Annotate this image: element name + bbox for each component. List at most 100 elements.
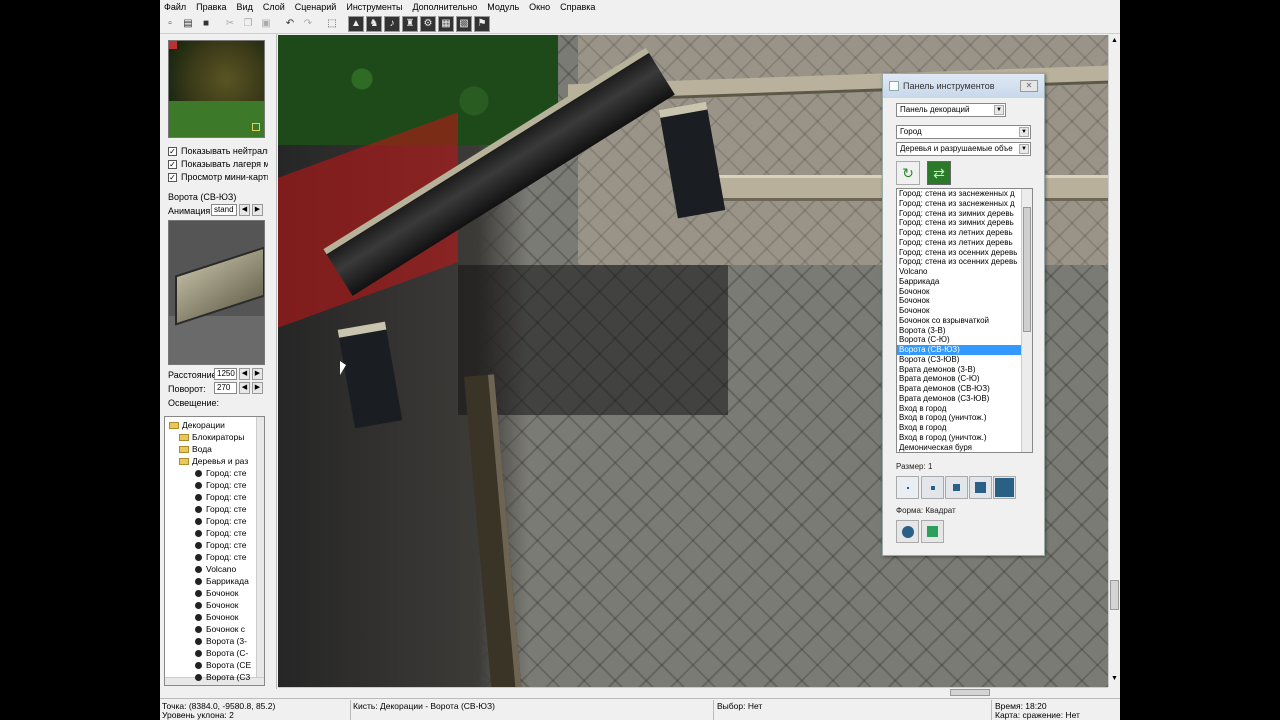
decoration-list[interactable]: Город: стена из заснеженных д Город: стен… [896, 188, 1033, 453]
campaign-editor-icon[interactable]: ▧ [456, 15, 472, 32]
tree-item[interactable]: Бочонок [195, 599, 238, 611]
tree-item[interactable]: Город: сте [195, 527, 247, 539]
object-editor-icon[interactable]: ♜ [402, 15, 418, 32]
viewport-horizontal-scrollbar[interactable] [278, 687, 1108, 697]
list-item[interactable]: Город: стена из зимних деревь [897, 218, 1022, 228]
cut-icon[interactable]: ✂ [222, 16, 238, 32]
save-icon[interactable]: ■ [198, 16, 214, 32]
menu-item[interactable]: Слой [263, 2, 285, 12]
list-item[interactable]: Демоническая буря [897, 443, 1022, 453]
rotation-next-arrow[interactable]: ▶ [252, 382, 263, 394]
menu-item[interactable]: Файл [164, 2, 186, 12]
tree-vertical-scrollbar[interactable] [256, 417, 264, 685]
list-item[interactable]: Бочонок [897, 287, 1022, 297]
list-item[interactable]: Вход в город [897, 423, 1022, 433]
minimap-preview-checkbox[interactable]: ✓ Просмотр мини-карты [168, 172, 268, 182]
random-rotation-icon[interactable]: ↻ [896, 161, 920, 185]
list-item[interactable]: Город: стена из заснеженных д [897, 189, 1022, 199]
list-item[interactable]: Город: стена из осенних деревь [897, 257, 1022, 267]
list-item[interactable]: Врата демонов (С-Ю) [897, 374, 1022, 384]
menu-item[interactable]: Дополнительно [412, 2, 477, 12]
size-4-button[interactable] [969, 476, 992, 499]
size-2-button[interactable] [921, 476, 944, 499]
list-item[interactable]: Баррикада [897, 277, 1022, 287]
sound-editor-icon[interactable]: ♪ [384, 15, 400, 32]
tileset-dropdown[interactable]: Город ▼ [896, 125, 1031, 139]
select-icon[interactable]: ⬚ [324, 16, 340, 32]
size-5-button[interactable] [993, 476, 1016, 499]
list-item[interactable]: Город: стена из летних деревь [897, 228, 1022, 238]
list-item[interactable]: Бочонок [897, 296, 1022, 306]
tree-item[interactable]: Бочонок [195, 611, 238, 623]
tree-item[interactable]: Баррикада [195, 575, 249, 587]
list-item[interactable]: Город: стена из заснеженных д [897, 199, 1022, 209]
tree-root[interactable]: Декорации [169, 419, 225, 431]
menu-item[interactable]: Правка [196, 2, 226, 12]
list-item[interactable]: Volcano [897, 267, 1022, 277]
distance-field[interactable]: 1250 [214, 368, 237, 380]
tree-item[interactable]: Город: сте [195, 479, 247, 491]
close-icon[interactable]: ✕ [1020, 80, 1038, 92]
unit-editor-icon[interactable]: ♞ [366, 15, 382, 32]
list-item[interactable]: Бочонок со взрывчаткой [897, 316, 1022, 326]
tree-item[interactable]: Ворота (С- [195, 647, 248, 659]
list-item[interactable]: Ворота (С-Ю) [897, 335, 1022, 345]
list-item[interactable]: Город: стена из зимних деревь [897, 209, 1022, 219]
tree-item[interactable]: Ворота (С3 [195, 671, 250, 683]
tree-item[interactable]: Ворота (СЕ [195, 659, 251, 671]
trigger-editor-icon[interactable]: ⚙ [420, 15, 436, 32]
tree-item[interactable]: Бочонок [195, 587, 238, 599]
tree-item[interactable]: Город: сте [195, 491, 247, 503]
list-item[interactable]: Вход в город (уничтож.) [897, 433, 1022, 443]
list-item[interactable]: Ворота (3-В) [897, 326, 1022, 336]
distance-next-arrow[interactable]: ▶ [252, 368, 263, 380]
list-item[interactable]: Город: стена из осенних деревь [897, 248, 1022, 258]
list-item[interactable]: Врата демонов (3-В) [897, 365, 1022, 375]
show-neutral-checkbox[interactable]: ✓ Показывать нейтраль [168, 146, 268, 156]
tree-item[interactable]: Город: сте [195, 467, 247, 479]
tree-item[interactable]: Ворота (3- [195, 635, 247, 647]
size-3-button[interactable] [945, 476, 968, 499]
tool-panel-titlebar[interactable]: Панель инструментов ✕ [883, 74, 1044, 98]
test-map-icon[interactable]: ⚑ [474, 15, 490, 32]
rotation-field[interactable]: 270 [214, 382, 237, 394]
show-camps-checkbox[interactable]: ✓ Показывать лагеря м [168, 159, 268, 169]
menu-item[interactable]: Вид [237, 2, 253, 12]
terrain-editor-icon[interactable]: ▲ [348, 15, 364, 32]
ai-editor-icon[interactable]: ▦ [438, 15, 454, 32]
tree-folder[interactable]: Блокираторы [179, 431, 244, 443]
new-file-icon[interactable]: ▫ [162, 16, 178, 32]
random-variation-icon[interactable]: ⇄ [927, 161, 951, 185]
redo-icon[interactable]: ↷ [300, 16, 316, 32]
tree-item[interactable]: Город: сте [195, 539, 247, 551]
list-item[interactable]: Ворота (СВ-ЮЗ) [897, 345, 1022, 355]
tree-folder[interactable]: Вода [179, 443, 212, 455]
list-item[interactable]: Ворота (С3-ЮВ) [897, 355, 1022, 365]
circle-shape-icon[interactable] [896, 520, 919, 543]
viewport-vertical-scrollbar[interactable]: ▲ ▼ [1108, 35, 1120, 687]
tree-folder[interactable]: Деревья и раз [179, 455, 248, 467]
list-item[interactable]: Вход в город (уничтож.) [897, 413, 1022, 423]
menu-item[interactable]: Справка [560, 2, 595, 12]
category-dropdown[interactable]: Деревья и разрушаемые объе ▼ [896, 142, 1031, 156]
tree-item[interactable]: Город: сте [195, 515, 247, 527]
list-scrollbar[interactable] [1021, 189, 1032, 452]
square-shape-icon[interactable] [921, 520, 944, 543]
tree-item[interactable]: Бочонок с [195, 623, 245, 635]
tree-item[interactable]: Город: сте [195, 551, 247, 563]
list-item[interactable]: Врата демонов (СВ-ЮЗ) [897, 384, 1022, 394]
menu-item[interactable]: Сценарий [295, 2, 337, 12]
paste-icon[interactable]: ▣ [258, 16, 274, 32]
list-item[interactable]: Врата демонов (С3-ЮВ) [897, 394, 1022, 404]
menu-item[interactable]: Окно [529, 2, 550, 12]
size-1-button[interactable] [896, 476, 919, 499]
animation-next-arrow[interactable]: ▶ [252, 204, 263, 216]
undo-icon[interactable]: ↶ [282, 16, 298, 32]
decoration-tree[interactable]: Декорации Блокираторы Вода Деревья и раз Гор… [164, 416, 265, 686]
open-folder-icon[interactable]: ▤ [180, 16, 196, 32]
tree-item[interactable]: Город: сте [195, 503, 247, 515]
distance-prev-arrow[interactable]: ◀ [239, 368, 250, 380]
panel-type-dropdown[interactable]: Панель декораций ▼ [896, 103, 1006, 117]
copy-icon[interactable]: ❐ [240, 16, 256, 32]
menu-item[interactable]: Инструменты [346, 2, 402, 12]
